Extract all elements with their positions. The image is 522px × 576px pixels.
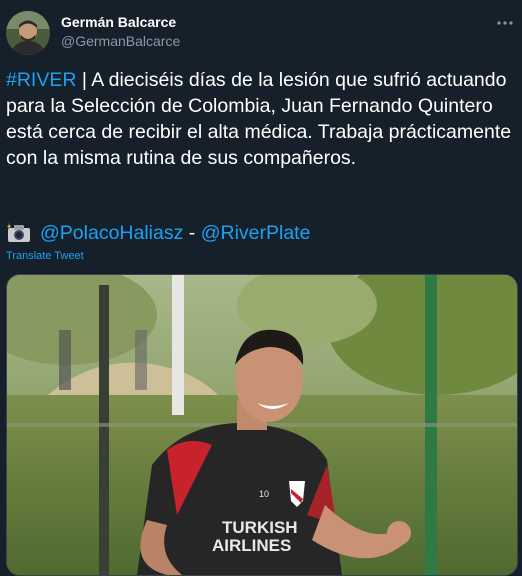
author-handle[interactable]: @GermanBalcarce [61,33,180,49]
photo-image: TURKISH AIRLINES 10 [7,275,517,575]
avatar-image [6,11,50,55]
jersey-number: 10 [259,489,269,499]
tweet-text: #RIVER | A dieciséis días de la lesión q… [6,67,518,171]
credits-separator: - [183,222,201,244]
more-horizontal-icon [497,21,513,25]
mention-polacohaliasz[interactable]: @PolacoHaliasz [40,220,183,246]
tweet-photo[interactable]: TURKISH AIRLINES 10 [6,274,518,576]
more-button[interactable] [492,10,518,36]
camera-flash-icon [6,222,32,244]
jersey-sponsor-bottom: AIRLINES [212,536,291,555]
translate-tweet-link[interactable]: Translate Tweet [6,250,84,262]
photo-credits: @PolacoHaliasz - @RiverPlate [6,220,310,246]
tweet: Germán Balcarce @GermanBalcarce #RIVER |… [0,0,522,576]
mention-riverplate[interactable]: @RiverPlate [201,220,311,246]
jersey-sponsor-top: TURKISH [222,518,298,537]
author-name[interactable]: Germán Balcarce [61,14,176,30]
avatar[interactable] [6,11,50,55]
tweet-body: | A dieciséis días de la lesión que sufr… [6,69,517,169]
hashtag-link[interactable]: #RIVER [6,69,76,91]
